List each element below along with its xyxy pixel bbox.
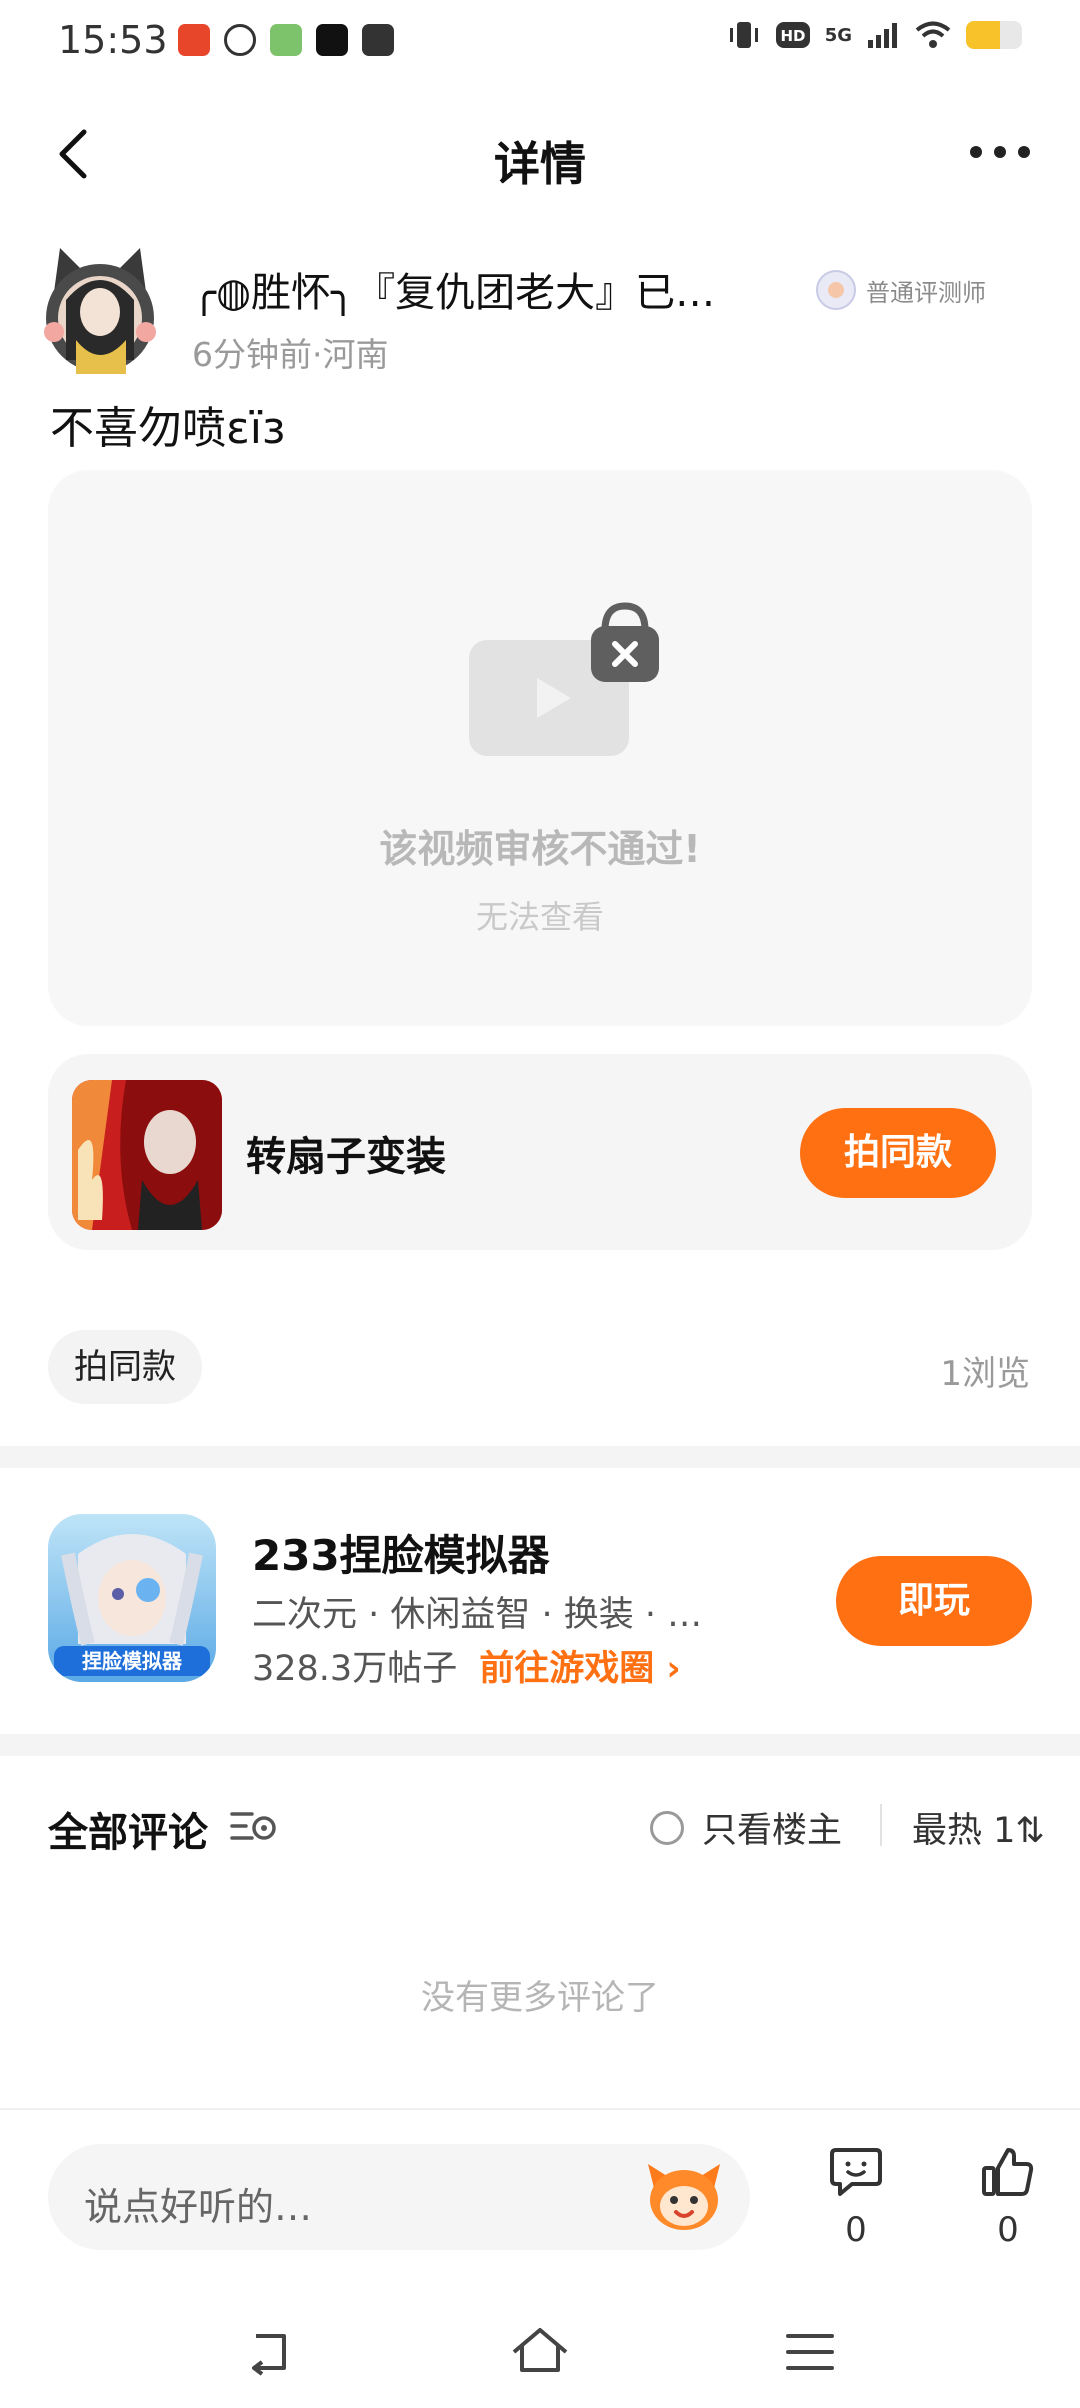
section-divider xyxy=(0,1734,1080,1756)
topic-tag-chip[interactable]: 拍同款 xyxy=(48,1330,202,1404)
game-app-icon[interactable]: 捏脸模拟器 xyxy=(48,1514,216,1682)
only-owner-toggle[interactable]: 只看楼主 xyxy=(650,1802,842,1853)
signal-icon xyxy=(868,23,897,48)
mascot-emoji-icon[interactable] xyxy=(644,2158,724,2234)
reviewer-badge: 普通评测师 xyxy=(816,270,986,310)
status-time: 15:53 xyxy=(58,18,168,62)
system-indicators: HD 5G xyxy=(727,20,1022,50)
comment-input-placeholder: 说点好听的… xyxy=(84,2185,313,2229)
only-owner-label: 只看楼主 xyxy=(702,1811,843,1851)
only-owner-radio[interactable] xyxy=(650,1810,684,1845)
comment-action[interactable]: 0 xyxy=(816,2144,896,2250)
no-more-comments-text: 没有更多评论了 xyxy=(421,1978,659,2018)
status-bar: 15:53 HD 5G xyxy=(0,0,1080,84)
section-divider xyxy=(0,1446,1080,1468)
go-to-game-circle-link[interactable]: 前往游戏圈 › xyxy=(479,1640,681,1691)
nav-home-icon[interactable] xyxy=(510,2322,570,2382)
view-count: 1浏览 xyxy=(940,1354,1030,1394)
all-comments-title: 全部评论 xyxy=(48,1810,208,1856)
comment-sort-control[interactable]: 最热 1⇅ xyxy=(912,1802,1045,1853)
reviewer-badge-icon xyxy=(816,270,856,310)
app-notification-icon xyxy=(178,24,210,56)
vibrate-icon xyxy=(729,22,758,48)
reviewer-badge-label: 普通评测师 xyxy=(866,278,986,307)
template-title: 转扇子变装 xyxy=(246,1134,446,1180)
play-now-button[interactable]: 即玩 xyxy=(836,1556,1032,1646)
battery-icon xyxy=(966,21,1022,49)
nav-back-icon[interactable] xyxy=(240,2322,300,2382)
more-options-icon[interactable] xyxy=(970,146,1030,158)
post-time-location: 6分钟前·河南 xyxy=(192,335,389,374)
svg-text:HD: HD xyxy=(780,27,805,45)
comment-input[interactable]: 说点好听的… xyxy=(48,2144,750,2250)
comment-count: 0 xyxy=(845,2210,867,2250)
template-card[interactable]: 转扇子变装 拍同款 xyxy=(48,1054,1032,1250)
game-post-count: 328.3万帖子 xyxy=(252,1649,458,1689)
bottom-action-bar: 说点好听的… 0 0 xyxy=(0,2108,1080,2268)
shoot-same-button[interactable]: 拍同款 xyxy=(800,1108,996,1198)
video-rejected-message: 该视频审核不通过! xyxy=(379,827,701,871)
app-notification-icon xyxy=(270,24,302,56)
like-count: 0 xyxy=(997,2210,1019,2250)
thumbs-up-icon xyxy=(982,2148,1034,2196)
game-tags: 二次元 · 休闲益智 · 换装 · … xyxy=(252,1595,703,1635)
post-text: 不喜勿喷ɛïɜ xyxy=(50,403,286,454)
system-nav-bar xyxy=(0,2300,1080,2408)
game-name[interactable]: 233捏脸模拟器 xyxy=(252,1522,550,1583)
video-unavailable-placeholder: 该视频审核不通过! 无法查看 xyxy=(48,470,1032,1026)
video-rejected-subtext: 无法查看 xyxy=(475,898,604,936)
game-stats: 328.3万帖子 前往游戏圈 › xyxy=(252,1640,681,1691)
post-detail-page: 15:53 HD 5G 详情 ╭◍胜怀╮『复仇团老大』已… 6分钟前·河南 普通… xyxy=(0,0,1080,2408)
app-notification-icon xyxy=(224,24,256,56)
comment-filter-icon[interactable] xyxy=(230,1806,278,1846)
game-icon-text: 捏脸模拟器 xyxy=(82,1649,183,1673)
video-locked-icon xyxy=(469,602,659,756)
avatar[interactable] xyxy=(36,240,164,374)
page-title: 详情 xyxy=(494,137,586,191)
comment-bubble-icon xyxy=(830,2148,882,2196)
network-label: 5G xyxy=(824,24,852,46)
vertical-separator xyxy=(880,1804,882,1846)
author-name[interactable]: ╭◍胜怀╮『复仇团老大』已… xyxy=(192,260,802,318)
author-row: ╭◍胜怀╮『复仇团老大』已… 6分钟前·河南 普通评测师 xyxy=(36,240,1046,380)
wifi-icon xyxy=(915,21,951,48)
like-action[interactable]: 0 xyxy=(968,2144,1048,2250)
template-thumbnail xyxy=(72,1080,222,1230)
hd-icon: HD xyxy=(775,22,810,48)
notification-icons xyxy=(178,24,394,56)
nav-menu-icon[interactable] xyxy=(780,2322,840,2382)
app-notification-icon xyxy=(362,24,394,56)
header: 详情 xyxy=(0,100,1080,210)
app-notification-icon xyxy=(316,24,348,56)
